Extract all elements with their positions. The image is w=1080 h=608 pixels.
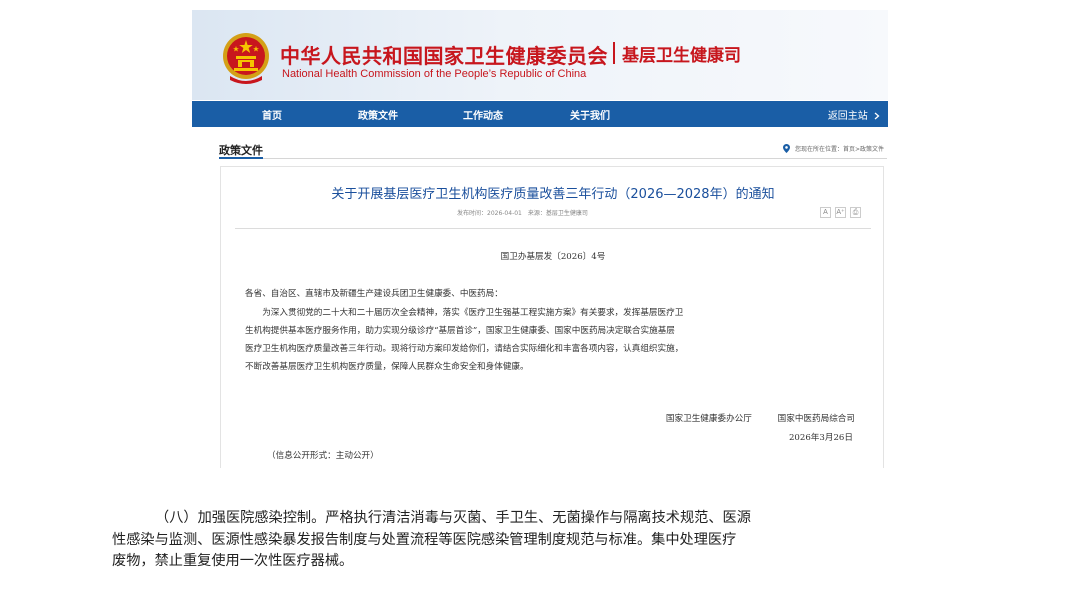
font-smaller-button[interactable]: A (820, 207, 831, 218)
issue-date: 2026年3月26日 (788, 433, 853, 443)
org-name-english: National Health Commission of the People… (282, 68, 587, 80)
department-name: 基层卫生健康司 (622, 46, 741, 66)
national-emblem-icon (223, 33, 269, 84)
section-title-underline (219, 157, 263, 159)
location-pin-icon (783, 144, 791, 153)
issuing-agencies: 国家卫生健康委办公厅 国家中医药局综合司 (665, 414, 855, 424)
excerpt-line: 废物，禁止重复使用一次性医疗器械。 (112, 553, 354, 569)
body-line: 医疗卫生机构医疗质量改善三年行动。现将行动方案印发给你们，请结合实际细化和丰富各… (245, 344, 684, 354)
article-tools: A A⁺ ⎙ (820, 207, 861, 218)
back-to-main-site-link[interactable]: 返回主站 (828, 107, 880, 122)
back-to-main-site-label: 返回主站 (827, 111, 868, 122)
font-larger-button[interactable]: A⁺ (835, 207, 846, 218)
site-header: 中华人民共和国国家卫生健康委员会 National Health Commiss… (192, 10, 888, 100)
excerpt-line: （八）加强医院感染控制。严格执行清洁消毒与灭菌、手卫生、无菌操作与隔离技术规范、… (155, 510, 751, 526)
article-meta: 发布时间：2026-04-01 来源：基层卫生健康司 (457, 210, 588, 217)
section-divider (219, 158, 887, 159)
website-screenshot: 中华人民共和国国家卫生健康委员会 National Health Commiss… (192, 10, 888, 468)
body-line: 不断改善基层医疗卫生机构医疗质量，保障人民群众生命安全和身体健康。 (245, 362, 529, 372)
nav-item-work-updates[interactable]: 工作动态 (463, 107, 503, 122)
body-line: 为深入贯彻党的二十大和二十届历次全会精神，落实《医疗卫生强基工程实施方案》有关要… (245, 308, 684, 318)
main-nav: 首页 政策文件 工作动态 关于我们 返回主站 (192, 101, 888, 127)
body-paragraph: 为深入贯彻党的二十大和二十届历次全会精神，落实《医疗卫生强基工程实施方案》有关要… (245, 304, 683, 376)
org-name-chinese: 中华人民共和国国家卫生健康委员会 (280, 44, 608, 68)
breadcrumb: 您现在所在位置：首页>政策文件 (783, 144, 884, 153)
nav-item-home[interactable]: 首页 (262, 107, 282, 122)
nav-item-policy-documents[interactable]: 政策文件 (358, 107, 398, 122)
article-panel: 关于开展基层医疗卫生机构医疗质量改善三年行动（2026—2028年）的通知 发布… (220, 166, 884, 468)
breadcrumb-text[interactable]: 您现在所在位置：首页>政策文件 (795, 146, 884, 153)
body-line: 生机构提供基本医疗服务作用，助力实现分级诊疗“基层首诊”，国家卫生健康委、国家中… (245, 326, 675, 336)
article-title: 关于开展基层医疗卫生机构医疗质量改善三年行动（2026—2028年）的通知 (331, 187, 775, 202)
excerpt-text: （八）加强医院感染控制。严格执行清洁消毒与灭菌、手卫生、无菌操作与隔离技术规范、… (112, 508, 932, 573)
nav-item-about-us[interactable]: 关于我们 (570, 107, 610, 122)
section-title: 政策文件 (219, 144, 263, 157)
salutation: 各省、自治区、直辖市及新疆生产建设兵团卫生健康委、中医药局： (245, 289, 503, 299)
excerpt-line: 性感染与监测、医源性感染暴发报告制度与处置流程等医院感染管理制度规范与标准。集中… (112, 531, 737, 548)
chevron-right-icon (874, 112, 880, 120)
print-icon[interactable]: ⎙ (850, 207, 861, 218)
document-number: 国卫办基层发〔2026〕4号 (500, 252, 606, 262)
article-divider (235, 228, 871, 229)
header-divider (613, 42, 615, 64)
disclosure-note: （信息公开形式：主动公开） (267, 451, 379, 461)
